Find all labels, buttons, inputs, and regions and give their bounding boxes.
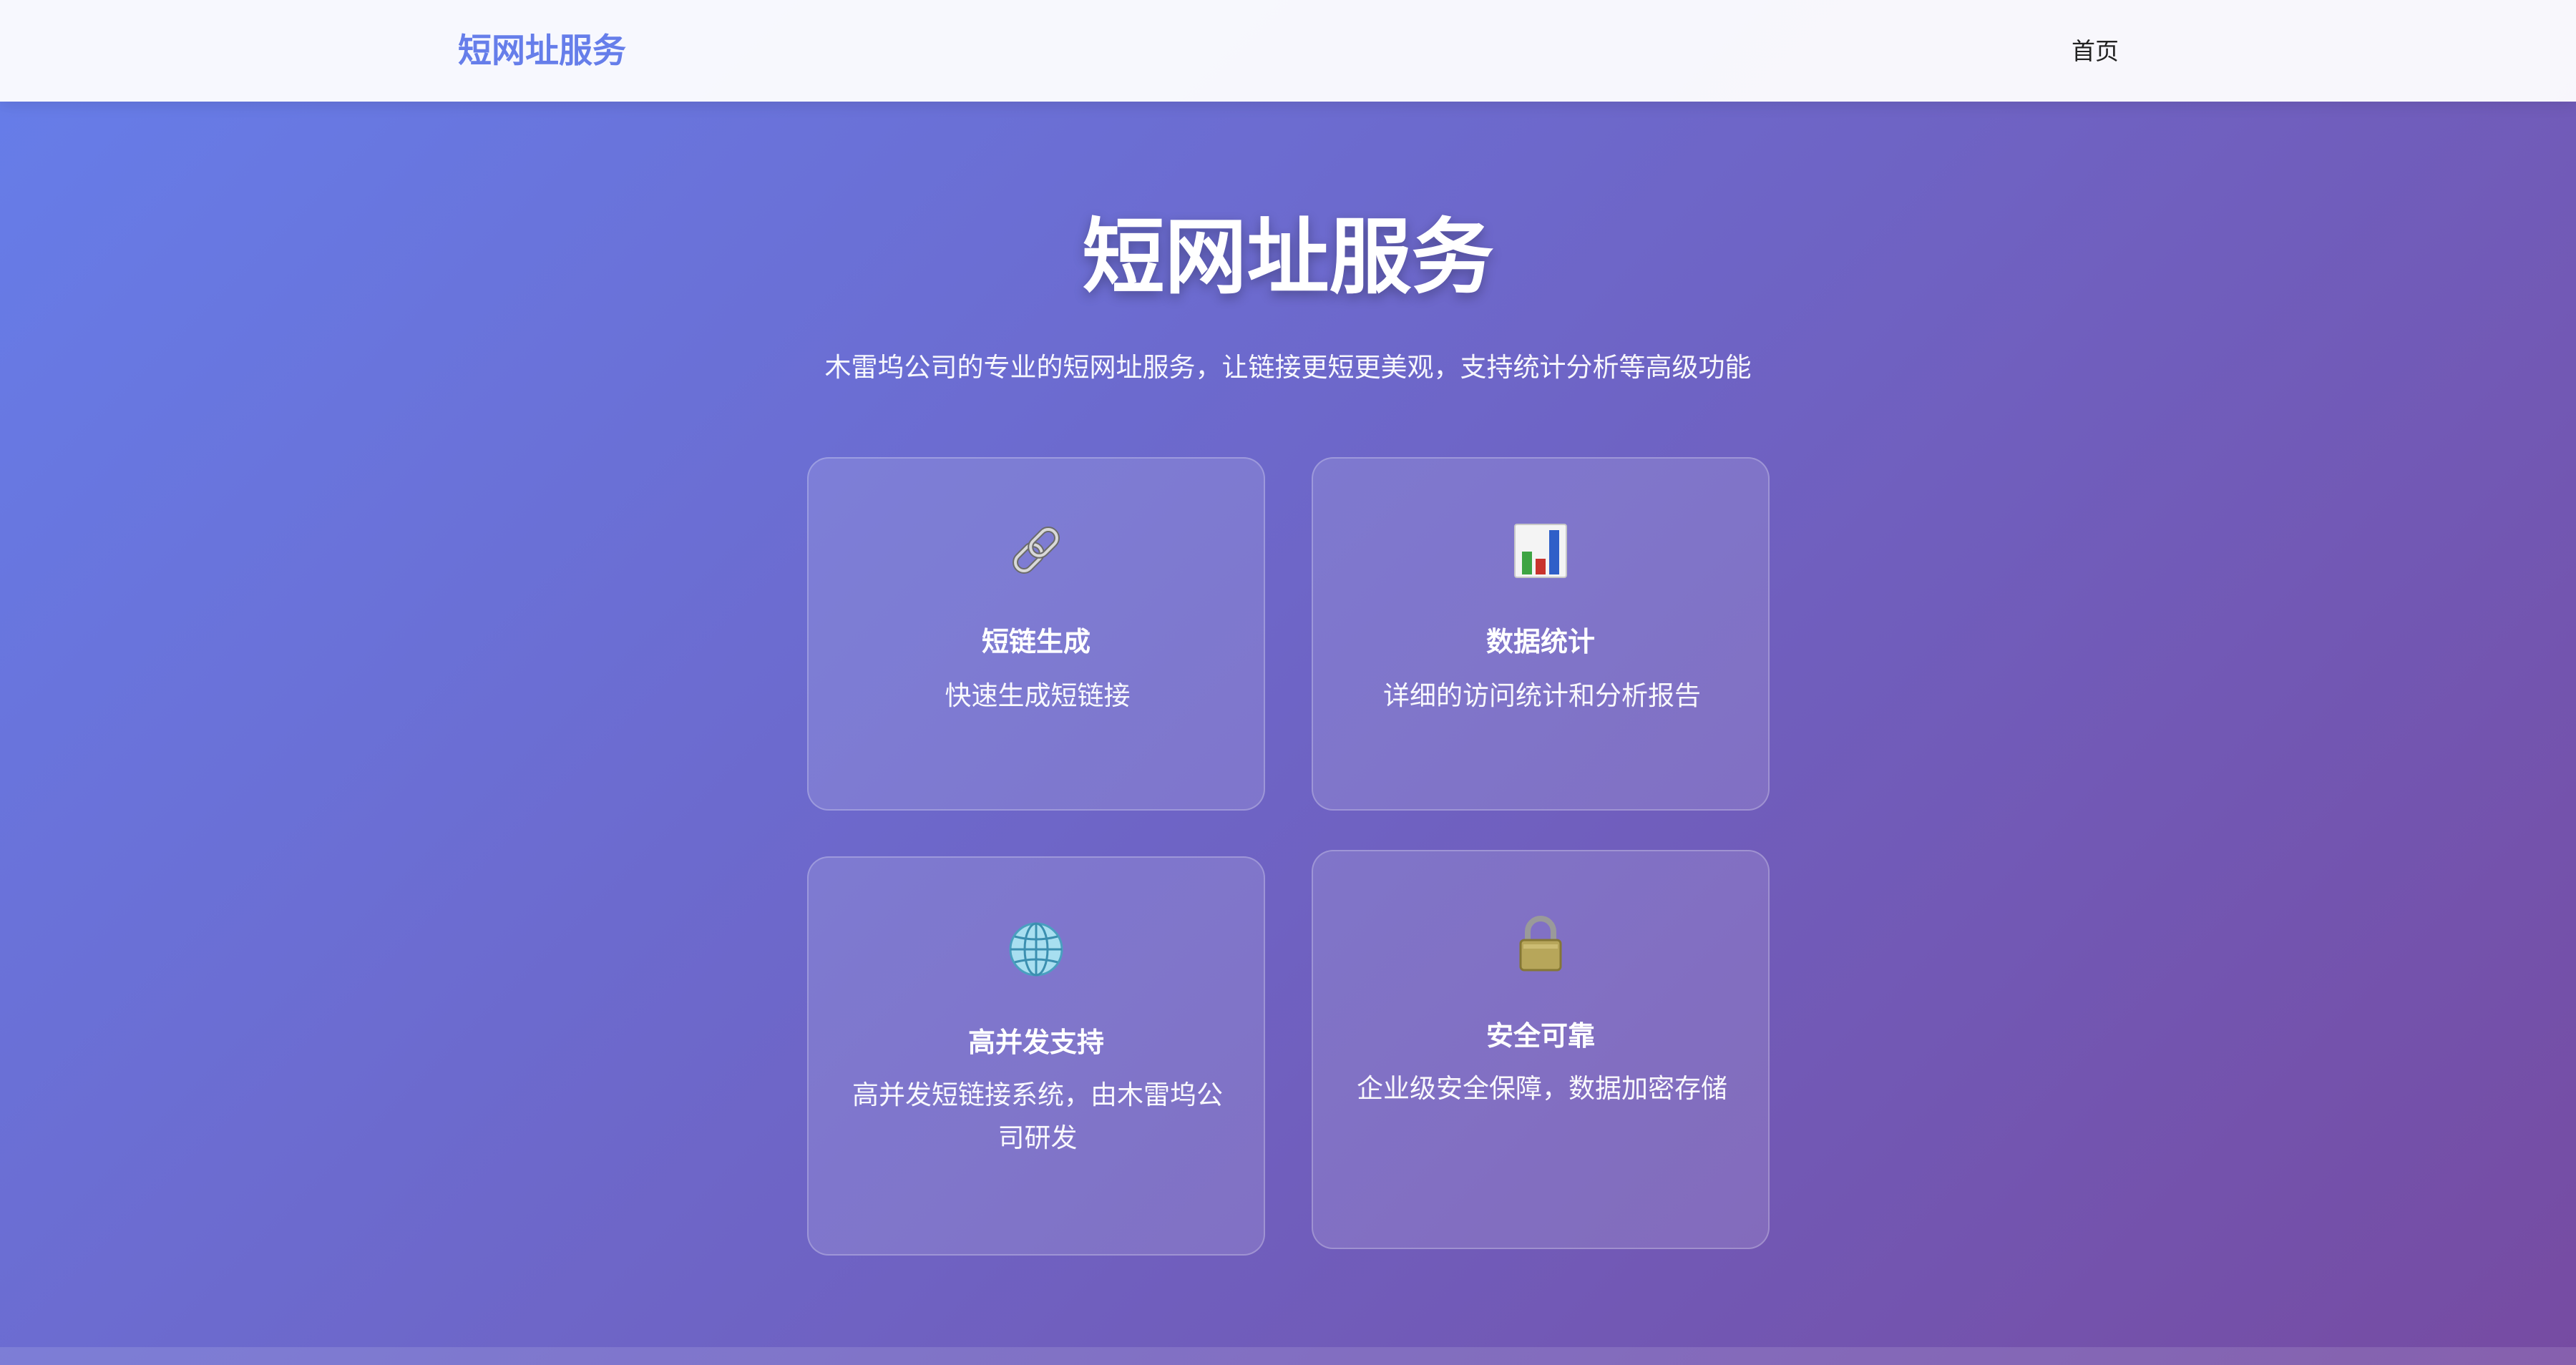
hero-subtitle: 木雷坞公司的专业的短网址服务，让链接更短更美观，支持统计分析等高级功能	[824, 352, 1752, 383]
brand-logo[interactable]: 短网址服务	[458, 30, 626, 73]
nav-link-home[interactable]: 首页	[2072, 36, 2119, 67]
feature-card-concurrency: 高并发支持 高并发短链接系统，由木雷坞公司研发	[807, 856, 1265, 1256]
feature-title: 安全可靠	[1485, 1020, 1595, 1052]
lock-icon	[1511, 913, 1571, 973]
link-icon	[1006, 520, 1066, 580]
feature-card-security: 安全可靠 企业级安全保障，数据加密存储	[1312, 850, 1770, 1249]
feature-title: 短链生成	[981, 626, 1091, 657]
feature-card-shortlink: 短链生成 快速生成短链接	[807, 457, 1265, 811]
feature-card-statistics: 数据统计 详细的访问统计和分析报告	[1312, 457, 1770, 811]
hero-title: 短网址服务	[1082, 210, 1494, 305]
feature-description: 快速生成短链接	[945, 680, 1131, 711]
footer-strip	[0, 1347, 2576, 1365]
feature-title: 数据统计	[1485, 626, 1595, 657]
navbar: 短网址服务 首页	[0, 0, 2576, 102]
globe-icon	[1006, 919, 1066, 979]
feature-description: 企业级安全保障，数据加密存储	[1357, 1073, 1727, 1104]
feature-description: 详细的访问统计和分析报告	[1383, 680, 1701, 711]
feature-title: 高并发支持	[967, 1027, 1104, 1058]
feature-description: 高并发短链接系统，由木雷坞公司研发	[852, 1080, 1223, 1153]
bar-chart-icon	[1511, 520, 1571, 580]
